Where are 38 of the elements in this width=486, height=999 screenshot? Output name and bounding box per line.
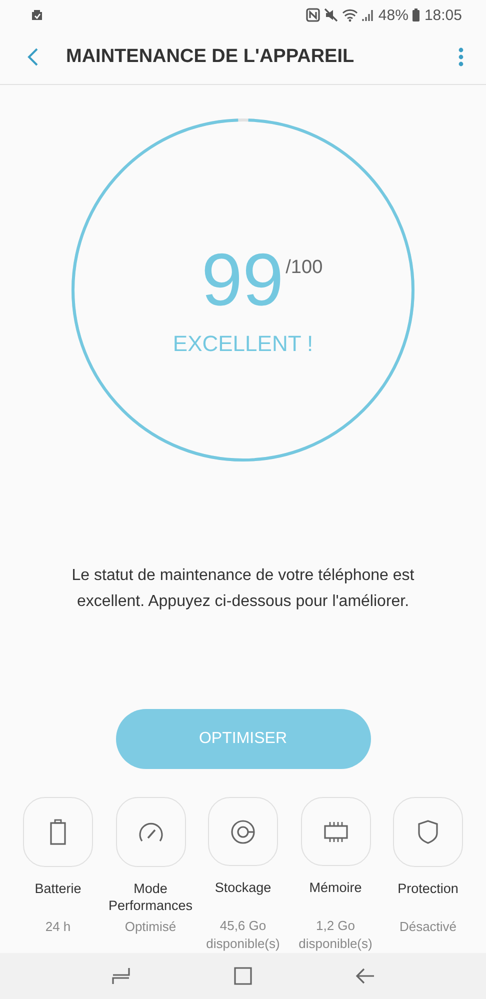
shield-icon (417, 819, 439, 845)
tile-label: Mémoire (309, 879, 362, 897)
score-max: /100 (286, 257, 323, 279)
score-rating: EXCELLENT ! (172, 331, 314, 357)
score-value: 99 (201, 243, 284, 317)
screen-title: MAINTENANCE DE L'APPAREIL (66, 46, 356, 68)
tile-value: 24 h (45, 918, 71, 936)
status-message: Le statut de maintenance de votre téléphone est excellent. Appuyez ci-dessous pour l'améliorer. (70, 566, 416, 612)
home-icon[interactable] (233, 966, 253, 986)
back-nav-icon[interactable] (355, 966, 375, 986)
tile-value: 1,2 Go disponible(s) (298, 917, 374, 953)
tile-button[interactable] (23, 797, 93, 867)
tile-label: Mode Performances (107, 880, 194, 914)
tile-value: Optimisé (124, 918, 176, 936)
optimize-button[interactable]: OPTIMISER (116, 709, 370, 769)
storage-disc-icon (230, 818, 256, 844)
tile-button[interactable] (116, 797, 186, 867)
tile-button[interactable] (393, 797, 463, 867)
mute-icon (324, 8, 338, 22)
chip-icon (322, 820, 348, 844)
tile-value: Désactivé (399, 918, 457, 936)
battery-percent: 48% (378, 6, 408, 24)
tile-button[interactable] (300, 797, 370, 866)
battery-icon (50, 819, 66, 845)
tile-label: Stockage (214, 879, 272, 897)
nfc-icon (306, 8, 320, 22)
clock: 18:05 (424, 6, 462, 24)
back-icon[interactable] (27, 47, 39, 67)
battery-icon (412, 8, 420, 22)
more-options-icon[interactable] (458, 47, 464, 67)
tile-label: Protection (398, 880, 458, 898)
tile-button[interactable] (208, 797, 278, 866)
recent-apps-icon[interactable] (111, 966, 131, 986)
tile-value: 45,6 Go disponible(s) (205, 917, 281, 953)
notification-icon (30, 9, 44, 21)
signal-icon (362, 8, 374, 22)
wifi-icon (342, 8, 358, 22)
tile-label: Batterie (34, 880, 82, 898)
